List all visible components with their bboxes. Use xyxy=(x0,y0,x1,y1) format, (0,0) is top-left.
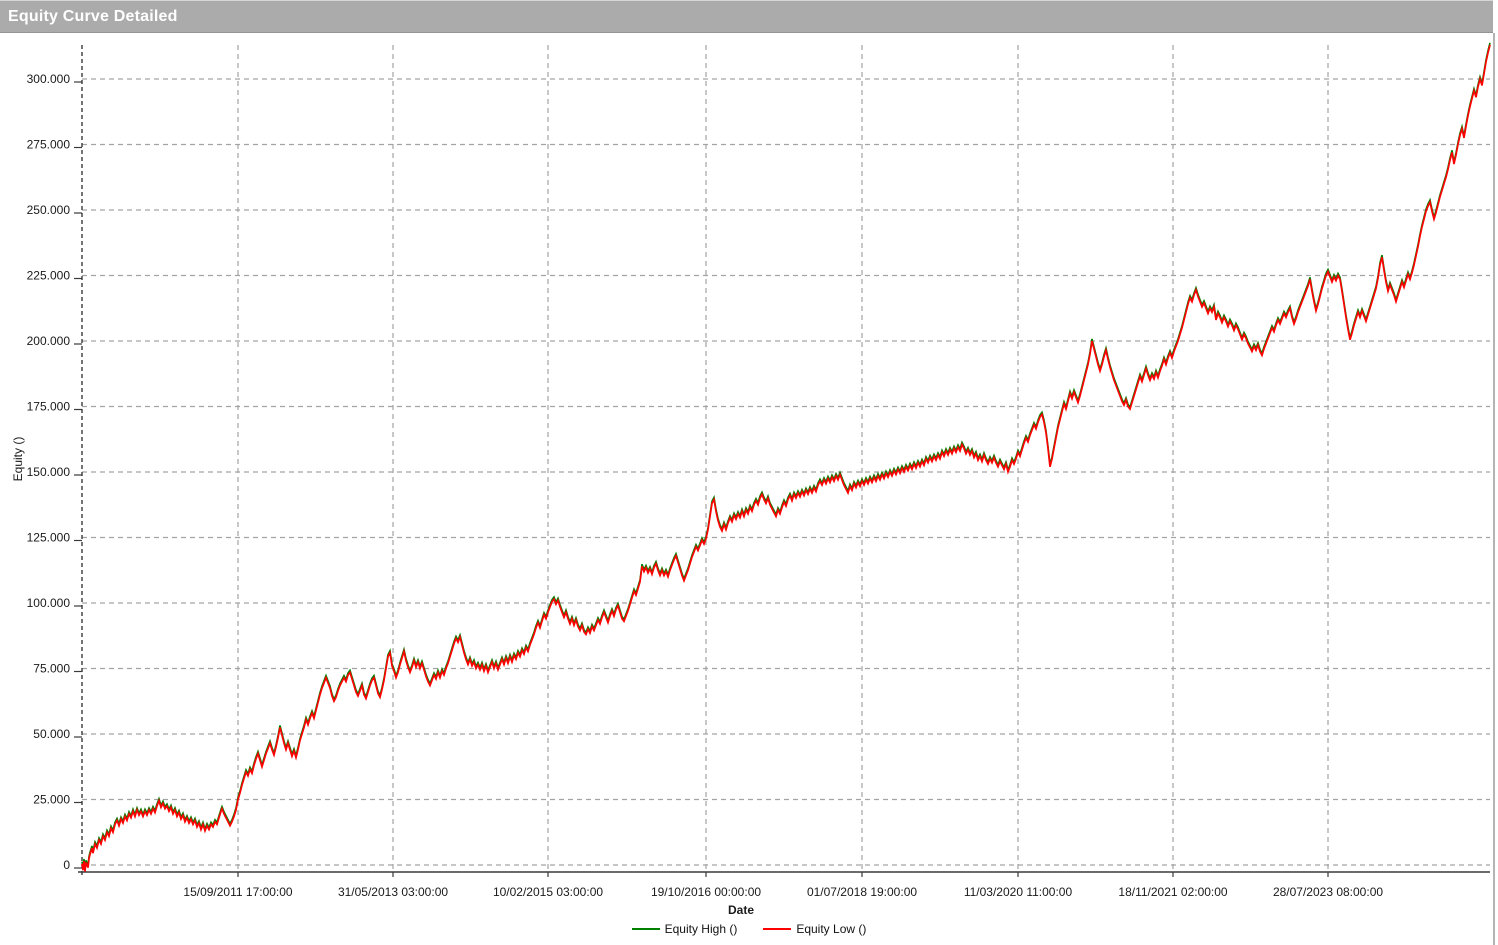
legend-label-equity-high: Equity High () xyxy=(665,922,738,936)
x-tick-label: 31/05/2013 03:00:00 xyxy=(338,885,448,899)
green-line-swatch-icon xyxy=(632,928,660,930)
y-axis-title: Equity () xyxy=(11,437,25,482)
y-tick-label: 175.000 xyxy=(27,400,71,414)
x-tick-label: 10/02/2015 03:00:00 xyxy=(493,885,603,899)
x-tick-label: 15/09/2011 17:00:00 xyxy=(183,885,293,899)
plot-area[interactable] xyxy=(82,40,1490,872)
red-line-swatch-icon xyxy=(763,928,791,930)
x-tick-labels: 15/09/2011 17:00:00 31/05/2013 03:00:00 10… xyxy=(183,872,1383,899)
y-tick-label: 75.000 xyxy=(33,662,70,676)
y-tick-label: 275.000 xyxy=(27,138,71,152)
y-tick-labels: 0 25.000 50.000 75.000 100.000 125.000 150.000… xyxy=(27,72,82,872)
y-tick-label: 300.000 xyxy=(27,72,71,86)
x-tick-label: 19/10/2016 00:00:00 xyxy=(651,885,761,899)
equity-chart: 0 25.000 50.000 75.000 100.000 125.000 150.000… xyxy=(0,0,1498,945)
y-tick-label: 50.000 xyxy=(33,727,70,741)
x-tick-label: 28/07/2023 08:00:00 xyxy=(1273,885,1383,899)
y-tick-label: 225.000 xyxy=(27,269,71,283)
y-tick-label: 250.000 xyxy=(27,203,71,217)
y-tick-label: 150.000 xyxy=(27,465,71,479)
y-tick-label: 25.000 xyxy=(33,793,70,807)
x-axis-title: Date xyxy=(0,903,1482,917)
y-tick-label: 200.000 xyxy=(27,334,71,348)
x-tick-label: 18/11/2021 02:00:00 xyxy=(1118,885,1228,899)
x-tick-label: 01/07/2018 19:00:00 xyxy=(807,885,917,899)
y-tick-label: 0 xyxy=(63,858,70,872)
legend-item-equity-high: Equity High () xyxy=(632,922,738,936)
x-tick-label: 11/03/2020 11:00:00 xyxy=(964,885,1073,899)
legend-item-equity-low: Equity Low () xyxy=(763,922,866,936)
window-right-border xyxy=(1493,33,1495,945)
y-tick-label: 125.000 xyxy=(27,531,71,545)
equity-curve-window: Equity Curve Detailed 025.00050.00075.00… xyxy=(0,0,1498,945)
legend-label-equity-low: Equity Low () xyxy=(796,922,866,936)
y-tick-label: 100.000 xyxy=(27,596,71,610)
chart-legend: Equity High () Equity Low () xyxy=(0,922,1498,936)
